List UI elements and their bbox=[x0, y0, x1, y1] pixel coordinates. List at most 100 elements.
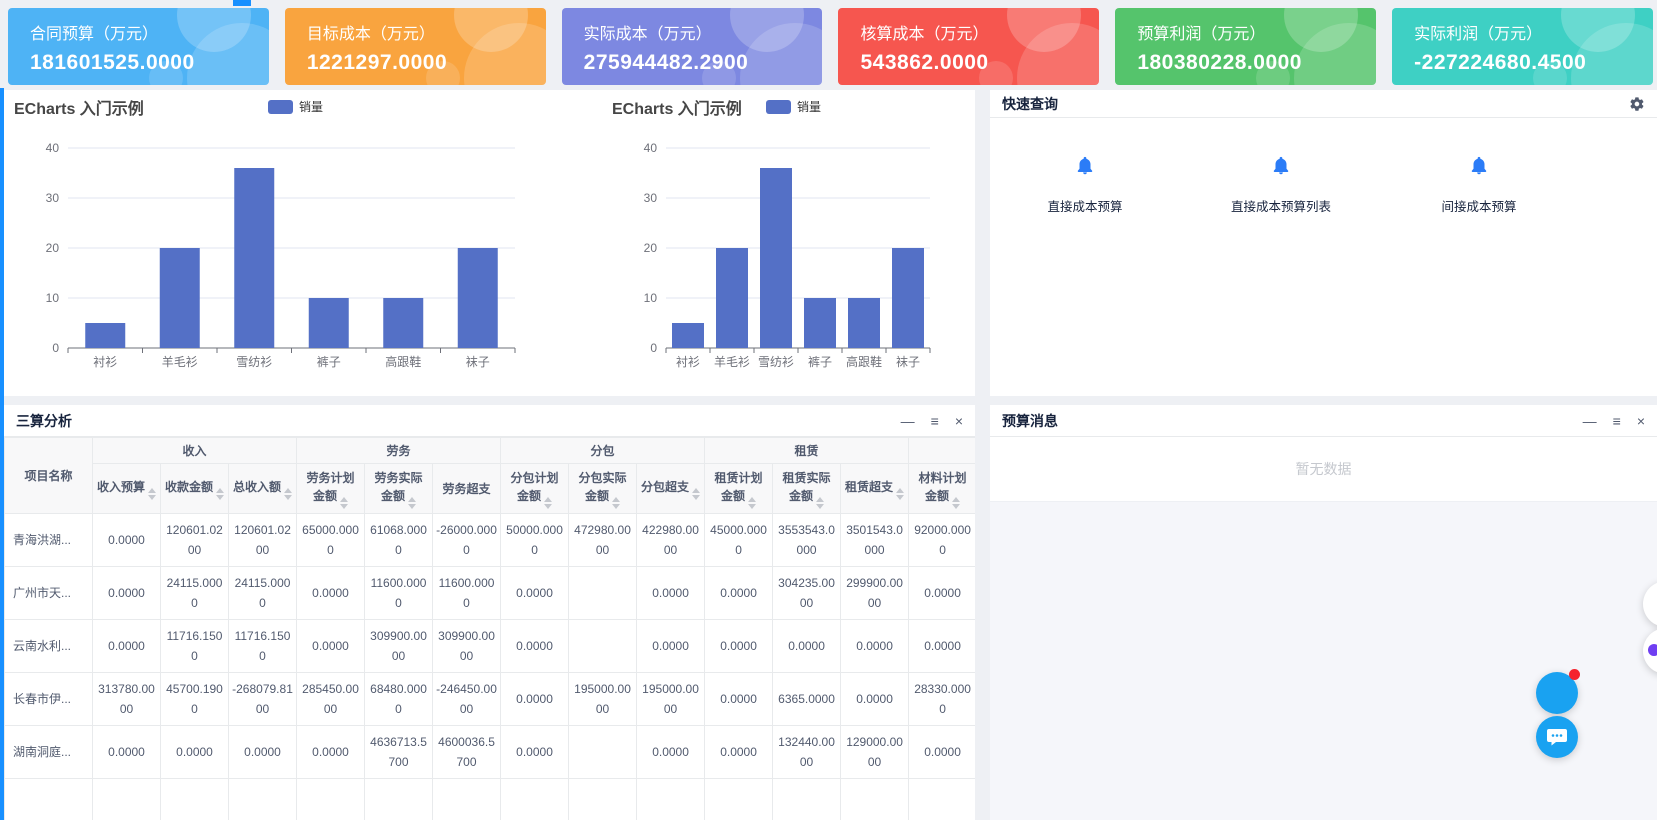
kpi-card-0: 合同预算（万元）181601525.0000 bbox=[8, 8, 269, 85]
kpi-value: 1221297.0000 bbox=[307, 51, 546, 75]
y-axis-label: 10 bbox=[46, 291, 60, 305]
sort-caret-icon bbox=[748, 497, 756, 509]
legend-swatch[interactable] bbox=[766, 100, 791, 114]
close-icon[interactable]: × bbox=[1637, 414, 1645, 428]
value-cell: 65000.0000 bbox=[297, 514, 365, 567]
quick-item-2[interactable]: 间接成本预算 bbox=[1417, 154, 1541, 215]
value-cell: 0.0000 bbox=[501, 673, 569, 726]
table-row[interactable]: 长春市伊...313780.000045700.1900-268079.8100… bbox=[5, 673, 976, 726]
col-header-12[interactable]: 材料计划金额 bbox=[909, 464, 975, 514]
col-header-2[interactable]: 总收入额 bbox=[229, 464, 297, 514]
col-header-10[interactable]: 租赁实际金额 bbox=[773, 464, 841, 514]
value-cell: 129000.0000 bbox=[841, 726, 909, 779]
y-axis-label: 30 bbox=[644, 191, 658, 205]
project-name-cell: 长春市伊... bbox=[5, 673, 93, 726]
quick-query-header: 快速查询 bbox=[990, 90, 1657, 118]
close-icon[interactable]: × bbox=[955, 414, 963, 428]
bar-衬衫[interactable] bbox=[85, 323, 125, 348]
col-header-7[interactable]: 分包实际金额 bbox=[569, 464, 637, 514]
gear-icon[interactable] bbox=[1629, 96, 1645, 112]
bar-袜子[interactable] bbox=[458, 248, 498, 348]
value-cell: 45700.1900 bbox=[161, 673, 229, 726]
value-cell: 0.0000 bbox=[93, 620, 161, 673]
value-cell bbox=[569, 726, 637, 779]
bar-羊毛衫[interactable] bbox=[716, 248, 748, 348]
bar-羊毛衫[interactable] bbox=[160, 248, 200, 348]
menu-icon[interactable]: ≡ bbox=[1613, 414, 1621, 428]
col-header-9[interactable]: 租赁计划金额 bbox=[705, 464, 773, 514]
bar-裤子[interactable] bbox=[804, 298, 836, 348]
col-header-8[interactable]: 分包超支 bbox=[637, 464, 705, 514]
group-header-3: 租赁 bbox=[705, 438, 909, 464]
col-header-0[interactable]: 收入预算 bbox=[93, 464, 161, 514]
bar-雪纺衫[interactable] bbox=[234, 168, 274, 348]
value-cell: 50000.0000 bbox=[501, 514, 569, 567]
chart-title: ECharts 入门示例 bbox=[612, 99, 742, 118]
value-cell: 0.0000 bbox=[841, 620, 909, 673]
floating-chat-button[interactable] bbox=[1536, 716, 1578, 758]
kpi-card-4: 预算利润（万元）180380228.0000 bbox=[1115, 8, 1376, 85]
kpi-label: 合同预算（万元） bbox=[30, 20, 269, 44]
table-row[interactable] bbox=[5, 779, 976, 820]
value-cell: 299900.0000 bbox=[841, 567, 909, 620]
kpi-card-row: 合同预算（万元）181601525.0000 目标成本（万元） 1221297.00… bbox=[8, 8, 1653, 85]
x-axis-label: 衬衫 bbox=[93, 355, 117, 369]
quick-item-label: 直接成本预算列表 bbox=[1219, 196, 1343, 215]
value-cell: 0.0000 bbox=[705, 567, 773, 620]
legend-label[interactable]: 销量 bbox=[797, 100, 821, 114]
kpi-value: 275944482.2900 bbox=[584, 51, 823, 75]
kpi-label: 目标成本（万元） bbox=[307, 20, 546, 44]
bar-袜子[interactable] bbox=[892, 248, 924, 348]
sort-caret-icon bbox=[612, 497, 620, 509]
menu-icon[interactable]: ≡ bbox=[931, 414, 939, 428]
table-row[interactable]: 云南水利...0.000011716.150011716.15000.00003… bbox=[5, 620, 976, 673]
bar-高跟鞋[interactable] bbox=[848, 298, 880, 348]
bar-雪纺衫[interactable] bbox=[760, 168, 792, 348]
analysis-table: 项目名称收入劳务分包租赁收入预算收款金额总收入额劳务计划金额劳务实际金额劳务超支… bbox=[4, 437, 975, 820]
col-header-6[interactable]: 分包计划金额 bbox=[501, 464, 569, 514]
table-row[interactable]: 湖南洞庭...0.00000.00000.00000.00004636713.5… bbox=[5, 726, 976, 779]
value-cell: 0.0000 bbox=[773, 620, 841, 673]
project-name-cell: 青海洪湖... bbox=[5, 514, 93, 567]
value-cell: 11600.0000 bbox=[365, 567, 433, 620]
col-header-1[interactable]: 收款金额 bbox=[161, 464, 229, 514]
analysis-panel: 三算分析 — ≡ × 项目名称收入劳务分包租赁收入预算收款金额总收入额劳务计划金… bbox=[4, 405, 975, 820]
kpi-card-5: 实际利润（万元）-227224680.4500 bbox=[1392, 8, 1653, 85]
table-row[interactable]: 广州市天...0.000024115.000024115.00000.00001… bbox=[5, 567, 976, 620]
y-axis-label: 30 bbox=[46, 191, 60, 205]
kpi-value: 543862.0000 bbox=[860, 51, 1099, 75]
quick-item-0[interactable]: 直接成本预算 bbox=[1023, 154, 1147, 215]
project-name-cell: 湖南洞庭... bbox=[5, 726, 93, 779]
value-cell: 0.0000 bbox=[93, 567, 161, 620]
col-header-4[interactable]: 劳务实际金额 bbox=[365, 464, 433, 514]
bell-icon bbox=[1468, 154, 1490, 178]
col-header-3[interactable]: 劳务计划金额 bbox=[297, 464, 365, 514]
quick-item-1[interactable]: 直接成本预算列表 bbox=[1219, 154, 1343, 215]
legend-swatch[interactable] bbox=[268, 100, 293, 114]
empty-state: 暂无数据 bbox=[990, 437, 1657, 502]
x-axis-label: 袜子 bbox=[466, 355, 490, 369]
value-cell: -26000.0000 bbox=[433, 514, 501, 567]
quick-item-label: 直接成本预算 bbox=[1023, 196, 1147, 215]
project-name-cell: 云南水利... bbox=[5, 620, 93, 673]
value-cell: 0.0000 bbox=[637, 726, 705, 779]
sort-caret-icon bbox=[148, 488, 156, 500]
minimize-icon[interactable]: — bbox=[1583, 414, 1597, 428]
bar-高跟鞋[interactable] bbox=[383, 298, 423, 348]
value-cell: 11600.0000 bbox=[433, 567, 501, 620]
value-cell: 285450.0000 bbox=[297, 673, 365, 726]
value-cell: 195000.0000 bbox=[637, 673, 705, 726]
value-cell: 68480.0000 bbox=[365, 673, 433, 726]
floating-notification-button[interactable] bbox=[1536, 672, 1578, 714]
y-axis-label: 40 bbox=[644, 141, 658, 155]
minimize-icon[interactable]: — bbox=[901, 414, 915, 428]
bar-衬衫[interactable] bbox=[672, 323, 704, 348]
col-header-11[interactable]: 租赁超支 bbox=[841, 464, 909, 514]
group-header-2: 分包 bbox=[501, 438, 705, 464]
sort-caret-icon bbox=[408, 497, 416, 509]
bar-裤子[interactable] bbox=[309, 298, 349, 348]
kpi-label: 实际利润（万元） bbox=[1414, 20, 1653, 44]
legend-label[interactable]: 销量 bbox=[299, 100, 323, 114]
value-cell: 61068.0000 bbox=[365, 514, 433, 567]
table-row[interactable]: 青海洪湖...0.0000120601.0200120601.020065000… bbox=[5, 514, 976, 567]
